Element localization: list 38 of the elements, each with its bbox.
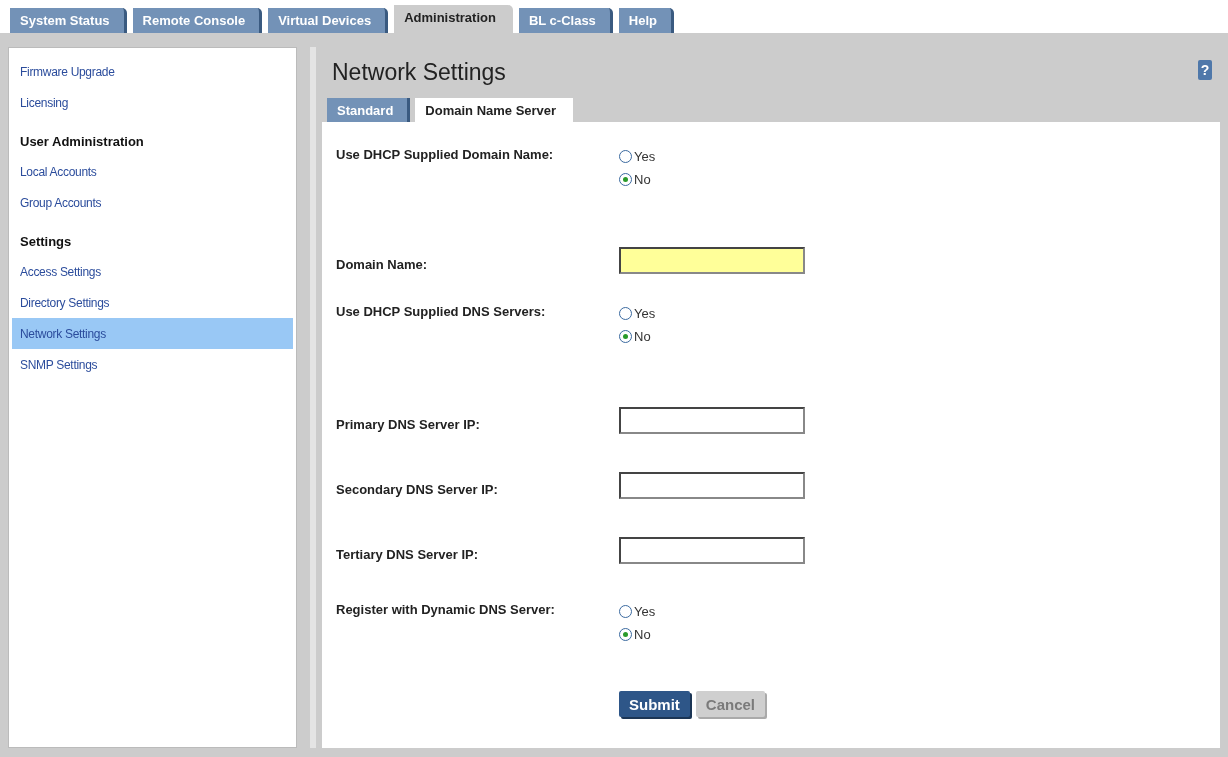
field-label: Primary DNS Server IP:	[336, 416, 481, 434]
radio-label: No	[634, 172, 651, 187]
sidebar-link[interactable]: Local Accounts	[12, 156, 293, 187]
sidebar-link[interactable]: Firmware Upgrade	[12, 56, 293, 87]
submit-button[interactable]: Submit	[619, 691, 690, 717]
field-label: Use DHCP Supplied Domain Name:	[336, 146, 555, 164]
nav-tab[interactable]: Administration	[394, 5, 513, 33]
field-label: Register with Dynamic DNS Server:	[336, 601, 556, 619]
radio-button[interactable]	[619, 307, 632, 320]
field-label: Use DHCP Supplied DNS Servers:	[336, 303, 547, 321]
radio-label: Yes	[634, 604, 656, 619]
input-field[interactable]	[619, 247, 805, 274]
sidebar-link[interactable]: Licensing	[12, 87, 293, 118]
section-tab[interactable]: Domain Name Server	[415, 98, 574, 122]
radio-label: No	[634, 329, 651, 344]
sidebar-link[interactable]: Group Accounts	[12, 187, 293, 218]
sidebar-heading: User Administration	[19, 133, 145, 151]
input-field[interactable]	[619, 407, 805, 434]
page-title: Network Settings	[332, 59, 506, 86]
radio-button[interactable]	[619, 605, 632, 618]
sidebar-link[interactable]: Network Settings	[12, 318, 293, 349]
sidebar-link[interactable]: SNMP Settings	[12, 349, 293, 380]
sidebar-link[interactable]: Directory Settings	[12, 287, 293, 318]
field-label: Tertiary DNS Server IP:	[336, 546, 480, 564]
field-label: Secondary DNS Server IP:	[336, 481, 499, 499]
radio-label: Yes	[634, 306, 656, 321]
sidebar-link[interactable]: Access Settings	[12, 256, 293, 287]
input-field[interactable]	[619, 537, 805, 564]
radio-label: Yes	[634, 149, 656, 164]
input-field[interactable]	[619, 472, 805, 499]
radio-button[interactable]	[619, 150, 632, 163]
radio-button[interactable]	[619, 628, 632, 641]
radio-label: No	[634, 627, 651, 642]
sidebar-heading: Settings	[19, 233, 73, 251]
help-button[interactable]: ?	[1198, 60, 1212, 80]
radio-button[interactable]	[619, 173, 632, 186]
field-label: Domain Name:	[336, 256, 429, 274]
radio-button[interactable]	[619, 330, 632, 343]
